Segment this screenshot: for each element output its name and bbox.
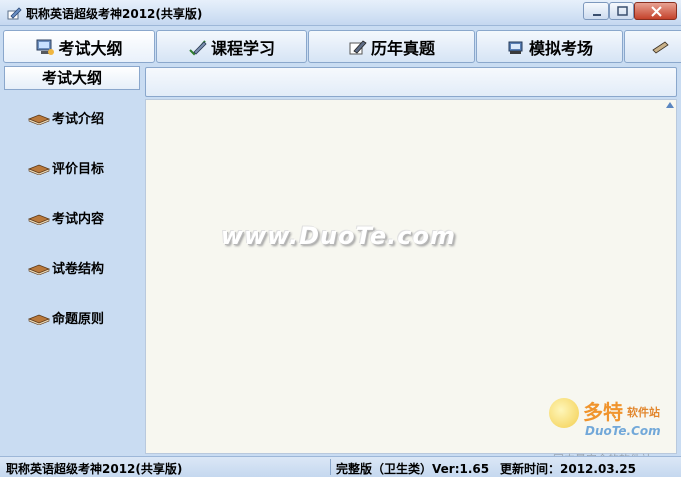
tab-label: 历年真题 bbox=[370, 38, 435, 58]
logo-small-text: 软件站 bbox=[627, 406, 660, 419]
content-header-bar bbox=[145, 67, 677, 97]
pencil-paper-icon bbox=[349, 39, 367, 54]
logo-url-text: DuoTe.Com bbox=[585, 424, 661, 438]
window-title: 职称英语超级考神2012(共享版) bbox=[26, 7, 203, 21]
maximize-icon bbox=[617, 6, 628, 16]
sidebar-item-label: 评价目标 bbox=[52, 161, 105, 177]
tab-mock-exam[interactable]: 模拟考场 bbox=[476, 30, 623, 63]
sidebar-item-question-principles[interactable]: 命题原则 bbox=[28, 306, 104, 328]
tab-label: 模拟考场 bbox=[528, 38, 593, 58]
tab-past-exams[interactable]: 历年真题 bbox=[308, 30, 475, 63]
title-bar: 职称英语超级考神2012(共享版) bbox=[0, 0, 681, 26]
tab-label: 课程学习 bbox=[210, 38, 275, 58]
sidebar-item-paper-structure[interactable]: 试卷结构 bbox=[28, 256, 104, 278]
book-icon bbox=[28, 114, 50, 125]
sidebar-item-exam-intro[interactable]: 考试介绍 bbox=[28, 106, 104, 128]
logo-big-text: 多特 bbox=[583, 400, 623, 424]
sidebar-item-label: 命题原则 bbox=[52, 311, 105, 327]
book-icon bbox=[28, 264, 50, 275]
app-pen-icon bbox=[7, 7, 22, 20]
book-icon bbox=[28, 214, 50, 225]
sidebar-item-exam-content[interactable]: 考试内容 bbox=[28, 206, 104, 228]
status-bar: 职称英语超级考神2012(共享版) 完整版（卫生类）Ver:1.65 更新时间：… bbox=[0, 456, 681, 477]
tab-exam-syllabus[interactable]: 考试大纲 bbox=[3, 30, 155, 63]
status-divider bbox=[330, 459, 331, 475]
tab-more[interactable] bbox=[624, 30, 681, 63]
book-icon bbox=[28, 164, 50, 175]
status-app-name: 职称英语超级考神2012(共享版) bbox=[6, 462, 183, 476]
minimize-icon bbox=[593, 14, 601, 16]
sidebar-header: 考试大纲 bbox=[4, 66, 140, 90]
logo-sun-icon bbox=[549, 398, 579, 428]
status-update-time: 更新时间：2012.03.25 bbox=[500, 462, 636, 476]
watermark-text: www.DuoTe.com bbox=[221, 222, 456, 250]
tab-course-study[interactable]: 课程学习 bbox=[156, 30, 307, 63]
close-button[interactable] bbox=[634, 2, 677, 20]
scroll-up-arrow-icon[interactable] bbox=[666, 102, 674, 108]
book-icon bbox=[28, 314, 50, 325]
sidebar: 考试大纲 考试介绍 评价目标 考试内容 试卷结构 命题原则 bbox=[4, 66, 140, 454]
tab-label: 考试大纲 bbox=[58, 38, 123, 58]
sidebar-item-label: 考试内容 bbox=[52, 211, 105, 227]
sidebar-item-evaluation-goals[interactable]: 评价目标 bbox=[28, 156, 104, 178]
sidebar-item-label: 考试介绍 bbox=[52, 111, 105, 127]
pencil-check-icon bbox=[189, 39, 207, 55]
maximize-button[interactable] bbox=[609, 2, 634, 20]
main-tab-bar: 考试大纲 课程学习 历年真题 模拟考场 bbox=[0, 28, 681, 64]
exam-desk-icon bbox=[508, 41, 523, 54]
minimize-button[interactable] bbox=[583, 2, 609, 20]
duote-logo: 多特 软件站 DuoTe.Com bbox=[549, 396, 679, 446]
monitor-icon bbox=[36, 39, 55, 55]
status-edition: 完整版（卫生类）Ver:1.65 bbox=[336, 462, 490, 476]
close-icon bbox=[651, 6, 662, 17]
pencil-icon bbox=[652, 40, 669, 54]
sidebar-item-label: 试卷结构 bbox=[52, 261, 105, 277]
